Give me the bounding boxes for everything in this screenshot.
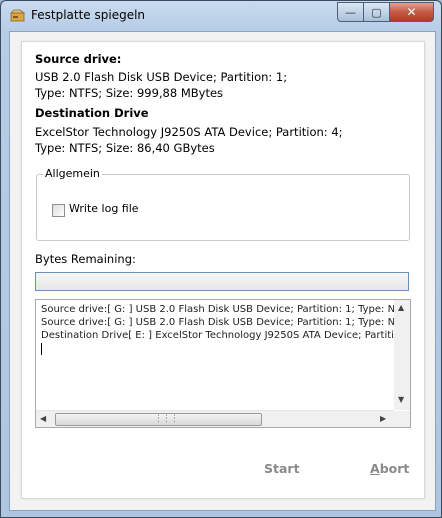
app-window: Festplatte spiegeln — ▢ ✕ Source drive: … bbox=[0, 0, 442, 518]
horizontal-scroll-thumb[interactable]: ⋮⋮⋮ bbox=[55, 413, 262, 426]
grip-icon: ⋮⋮⋮ bbox=[154, 414, 179, 424]
bytes-remaining-label: Bytes Remaining: bbox=[35, 252, 136, 266]
source-line-1: USB 2.0 Flash Disk USB Device; Partition… bbox=[35, 70, 288, 84]
abort-mnemonic: A bbox=[370, 461, 380, 476]
destination-heading: Destination Drive bbox=[35, 106, 149, 120]
write-log-checkbox[interactable] bbox=[52, 204, 65, 217]
general-groupbox: Allgemein Write log file bbox=[36, 167, 410, 241]
write-log-label[interactable]: Write log file bbox=[69, 202, 139, 215]
drive-icon bbox=[10, 8, 26, 24]
destination-line-1: ExcelStor Technology J9250S ATA Device; … bbox=[35, 125, 343, 139]
client-area: Source drive: USB 2.0 Flash Disk USB Dev… bbox=[9, 31, 436, 511]
abort-label-rest: bort bbox=[379, 461, 410, 476]
maximize-icon: ▢ bbox=[371, 5, 382, 19]
scroll-left-icon[interactable]: ◀ bbox=[40, 414, 46, 423]
log-line: Source drive:[ G: ] USB 2.0 Flash Disk U… bbox=[41, 317, 402, 328]
scroll-down-icon[interactable]: ▼ bbox=[398, 395, 404, 404]
abort-button[interactable]: Abort bbox=[370, 461, 409, 476]
start-button[interactable]: Start bbox=[264, 461, 300, 476]
scroll-right-icon[interactable]: ▶ bbox=[380, 414, 386, 423]
log-line: Destination Drive[ E: ] ExcelStor Techno… bbox=[41, 330, 400, 341]
minimize-button[interactable]: — bbox=[337, 2, 364, 22]
source-line-2: Type: NTFS; Size: 999,88 MBytes bbox=[35, 86, 224, 100]
log-textbox[interactable]: Source drive:[ G: ] USB 2.0 Flash Disk U… bbox=[35, 299, 411, 428]
text-caret bbox=[41, 343, 42, 355]
vertical-scrollbar[interactable]: ▲ ▼ bbox=[394, 300, 410, 410]
window-title: Festplatte spiegeln bbox=[31, 8, 146, 22]
log-line: Source drive:[ G: ] USB 2.0 Flash Disk U… bbox=[41, 304, 402, 315]
horizontal-scrollbar[interactable]: ◀ ⋮⋮⋮ ▶ bbox=[36, 410, 394, 427]
close-button[interactable]: ✕ bbox=[389, 2, 434, 22]
content-panel: Source drive: USB 2.0 Flash Disk USB Dev… bbox=[21, 41, 425, 499]
progress-bar bbox=[35, 272, 409, 291]
maximize-button[interactable]: ▢ bbox=[363, 2, 390, 22]
groupbox-title: Allgemein bbox=[43, 167, 102, 180]
minimize-icon: — bbox=[345, 5, 356, 19]
source-heading: Source drive: bbox=[35, 52, 122, 66]
close-icon: ✕ bbox=[406, 5, 417, 19]
title-bar[interactable]: Festplatte spiegeln — ▢ ✕ bbox=[1, 1, 441, 31]
scroll-up-icon[interactable]: ▲ bbox=[398, 303, 404, 312]
scrollbar-corner bbox=[394, 411, 410, 427]
destination-line-2: Type: NTFS; Size: 86,40 GBytes bbox=[35, 141, 215, 155]
